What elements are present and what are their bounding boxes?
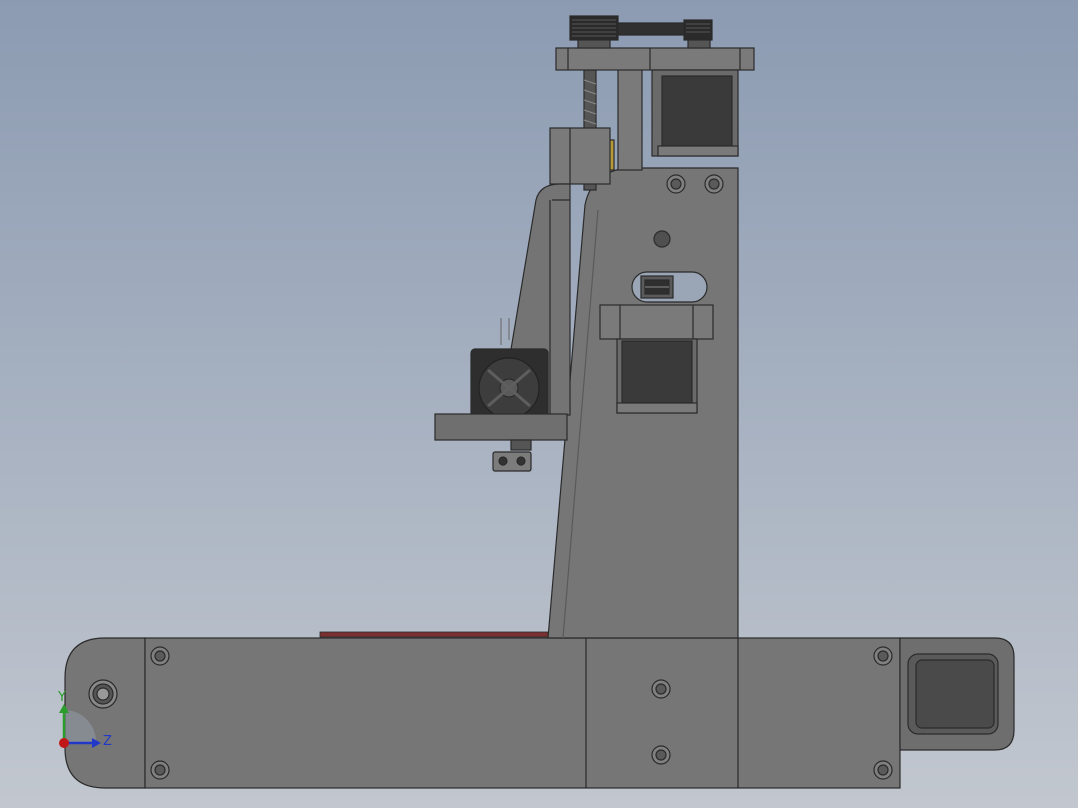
heater-block	[492, 451, 532, 472]
triad-z-label: Z	[103, 734, 112, 749]
base-screw-center-upper	[651, 679, 671, 699]
z-linear-rail	[617, 64, 643, 171]
z-axis-stepper-motor	[651, 69, 739, 157]
base-screw-top-right	[873, 646, 893, 666]
x-carriage-plate	[434, 413, 568, 441]
tower-pin-hole	[653, 230, 671, 248]
nozzle-mount	[510, 439, 532, 451]
x-arm-assembly[interactable]	[434, 183, 571, 472]
base-screw-top-left	[150, 646, 170, 666]
z-axis-top-assembly[interactable]	[549, 15, 755, 191]
base-screw-center-lower	[651, 745, 671, 765]
base-bearing	[88, 679, 118, 709]
tower-screw-left	[666, 174, 686, 194]
tower-assembly[interactable]	[547, 167, 739, 639]
cad-graphics-viewport[interactable]: Y Z	[0, 0, 1078, 808]
triad-x-axis-dot	[59, 738, 69, 748]
tower-screw-right	[704, 174, 724, 194]
z-top-plate	[555, 47, 755, 71]
base-right-motor-inner	[915, 659, 995, 729]
z-carriage-block	[549, 127, 611, 185]
build-plate-strip	[319, 631, 549, 638]
y-axis-stepper-motor	[599, 304, 714, 414]
base-screw-bottom-left	[150, 760, 170, 780]
z-sync-belt	[569, 15, 713, 49]
base-assembly[interactable]	[64, 637, 1015, 789]
triad-y-label: Y	[57, 690, 66, 705]
base-screw-bottom-right	[873, 760, 893, 780]
idler-pulley	[640, 275, 674, 299]
base-plate	[144, 637, 901, 789]
